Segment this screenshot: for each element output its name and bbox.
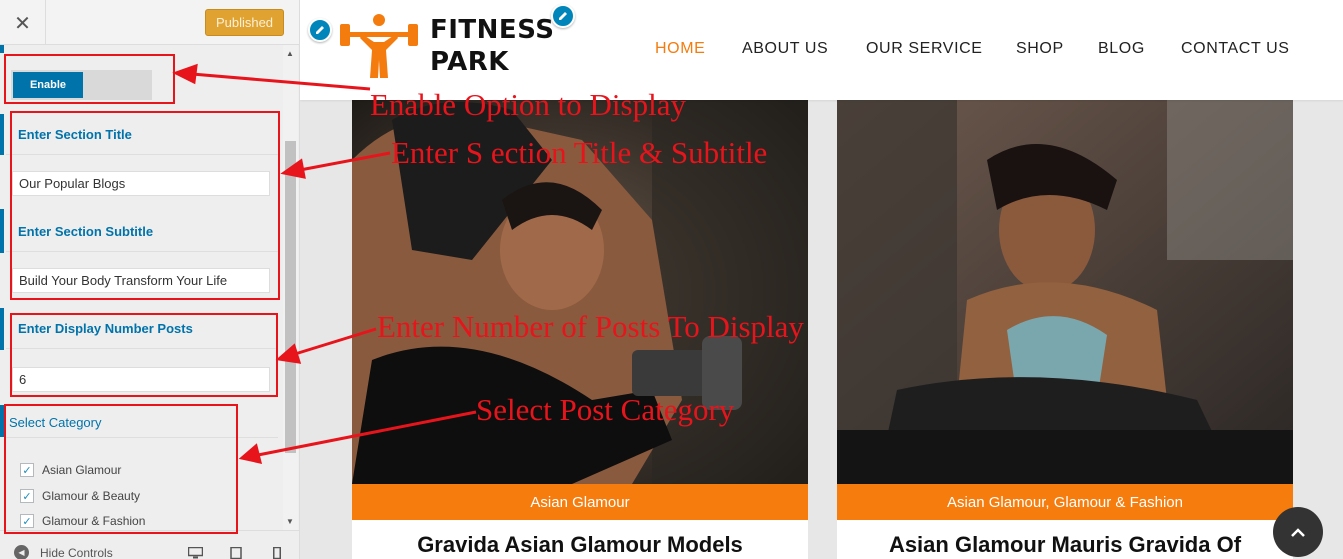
section-subtitle-input[interactable]: Build Your Body Transform Your Life xyxy=(12,268,270,293)
section-accent-bar xyxy=(0,405,4,437)
edit-pencil-icon[interactable] xyxy=(551,4,575,28)
divider xyxy=(6,251,278,252)
annotation-number-posts-text: Enter Number of Posts To Display xyxy=(377,309,804,344)
nav-shop[interactable]: SHOP xyxy=(1016,40,1064,58)
section-accent-bar xyxy=(0,114,4,155)
category-option-label: Glamour & Beauty xyxy=(42,489,141,503)
nav-about-us[interactable]: ABOUT US xyxy=(742,40,828,58)
divider xyxy=(6,348,278,349)
nav-blog[interactable]: BLOG xyxy=(1098,40,1145,58)
blog-card-category[interactable]: Asian Glamour, Glamour & Fashion xyxy=(837,484,1293,520)
site-preview: Asian Glamour Gravida Asian Glamour Mode… xyxy=(300,0,1343,559)
section-subtitle-label: Enter Section Subtitle xyxy=(18,224,154,239)
category-option[interactable]: ✓ Glamour & Fashion xyxy=(20,514,145,528)
scroll-to-top-button[interactable] xyxy=(1273,507,1323,557)
hide-controls-label: Hide Controls xyxy=(40,545,113,559)
annotation-title-subtitle-text: Enter S ection Title & Subtitle xyxy=(391,135,768,170)
display-number-label: Enter Display Number Posts xyxy=(18,321,193,336)
blog-card-title[interactable]: Asian Glamour Mauris Gravida Of xyxy=(837,532,1293,558)
scroll-down-arrow-icon[interactable]: ▼ xyxy=(286,517,294,526)
site-header: FITNESS PARK HOME ABOUT US OUR SERVICE S… xyxy=(300,0,1343,100)
divider xyxy=(6,154,278,155)
category-option-label: Glamour & Fashion xyxy=(42,514,146,528)
section-accent-bar xyxy=(0,45,4,53)
section-accent-bar xyxy=(0,308,4,350)
enable-toggle-label: Enable xyxy=(13,72,83,98)
nav-home[interactable]: HOME xyxy=(655,40,705,58)
category-option-label: Asian Glamour xyxy=(42,463,122,477)
controls-panel: ▲ ▼ Enable Enter Section Title Our Popul… xyxy=(0,45,299,530)
blog-card[interactable]: Asian Glamour, Glamour & Fashion Asian G… xyxy=(837,100,1293,559)
scrollbar-thumb[interactable] xyxy=(285,141,296,453)
select-category-label: Select Category xyxy=(9,415,102,430)
checkbox-checked-icon[interactable]: ✓ xyxy=(20,463,34,477)
divider xyxy=(6,437,278,438)
section-title-label: Enter Section Title xyxy=(18,127,132,142)
category-option[interactable]: ✓ Asian Glamour xyxy=(20,463,121,477)
desktop-icon[interactable] xyxy=(188,547,203,559)
close-customizer-button[interactable]: ✕ xyxy=(0,0,46,45)
hide-controls-button[interactable]: ◀ Hide Controls xyxy=(14,545,113,559)
blog-card-image[interactable] xyxy=(837,100,1293,484)
sidebar-scrollbar[interactable]: ▲ ▼ xyxy=(283,45,298,530)
published-button[interactable]: Published xyxy=(205,9,284,36)
blog-card-category[interactable]: Asian Glamour xyxy=(352,484,808,520)
checkbox-checked-icon[interactable]: ✓ xyxy=(20,514,34,528)
chevron-up-icon xyxy=(1291,528,1305,537)
mobile-icon[interactable] xyxy=(273,547,281,559)
section-title-input[interactable]: Our Popular Blogs xyxy=(12,171,270,196)
tablet-icon[interactable] xyxy=(230,547,242,559)
nav-contact-us[interactable]: CONTACT US xyxy=(1181,40,1290,58)
checkbox-checked-icon[interactable]: ✓ xyxy=(20,489,34,503)
display-number-input[interactable]: 6 xyxy=(12,367,270,392)
annotation-enable-text: Enable Option to Display xyxy=(370,87,686,122)
annotation-category-text: Select Post Category xyxy=(476,392,735,427)
blog-card-title[interactable]: Gravida Asian Glamour Models xyxy=(352,532,808,558)
main-navigation: HOME ABOUT US OUR SERVICE SHOP BLOG CONT… xyxy=(300,40,1343,60)
enable-toggle[interactable]: Enable xyxy=(11,70,152,100)
close-icon: ✕ xyxy=(14,10,31,35)
collapse-arrow-icon: ◀ xyxy=(14,545,29,559)
customizer-header: ✕ Published xyxy=(0,0,299,45)
customizer-footer: ◀ Hide Controls xyxy=(0,530,299,559)
customizer-sidebar: ✕ Published ▲ ▼ Enable Enter Section Tit… xyxy=(0,0,300,559)
nav-our-service[interactable]: OUR SERVICE xyxy=(866,40,983,58)
category-option[interactable]: ✓ Glamour & Beauty xyxy=(20,489,140,503)
edit-pencil-icon[interactable] xyxy=(308,18,332,42)
section-accent-bar xyxy=(0,209,4,253)
scroll-up-arrow-icon[interactable]: ▲ xyxy=(286,49,294,58)
